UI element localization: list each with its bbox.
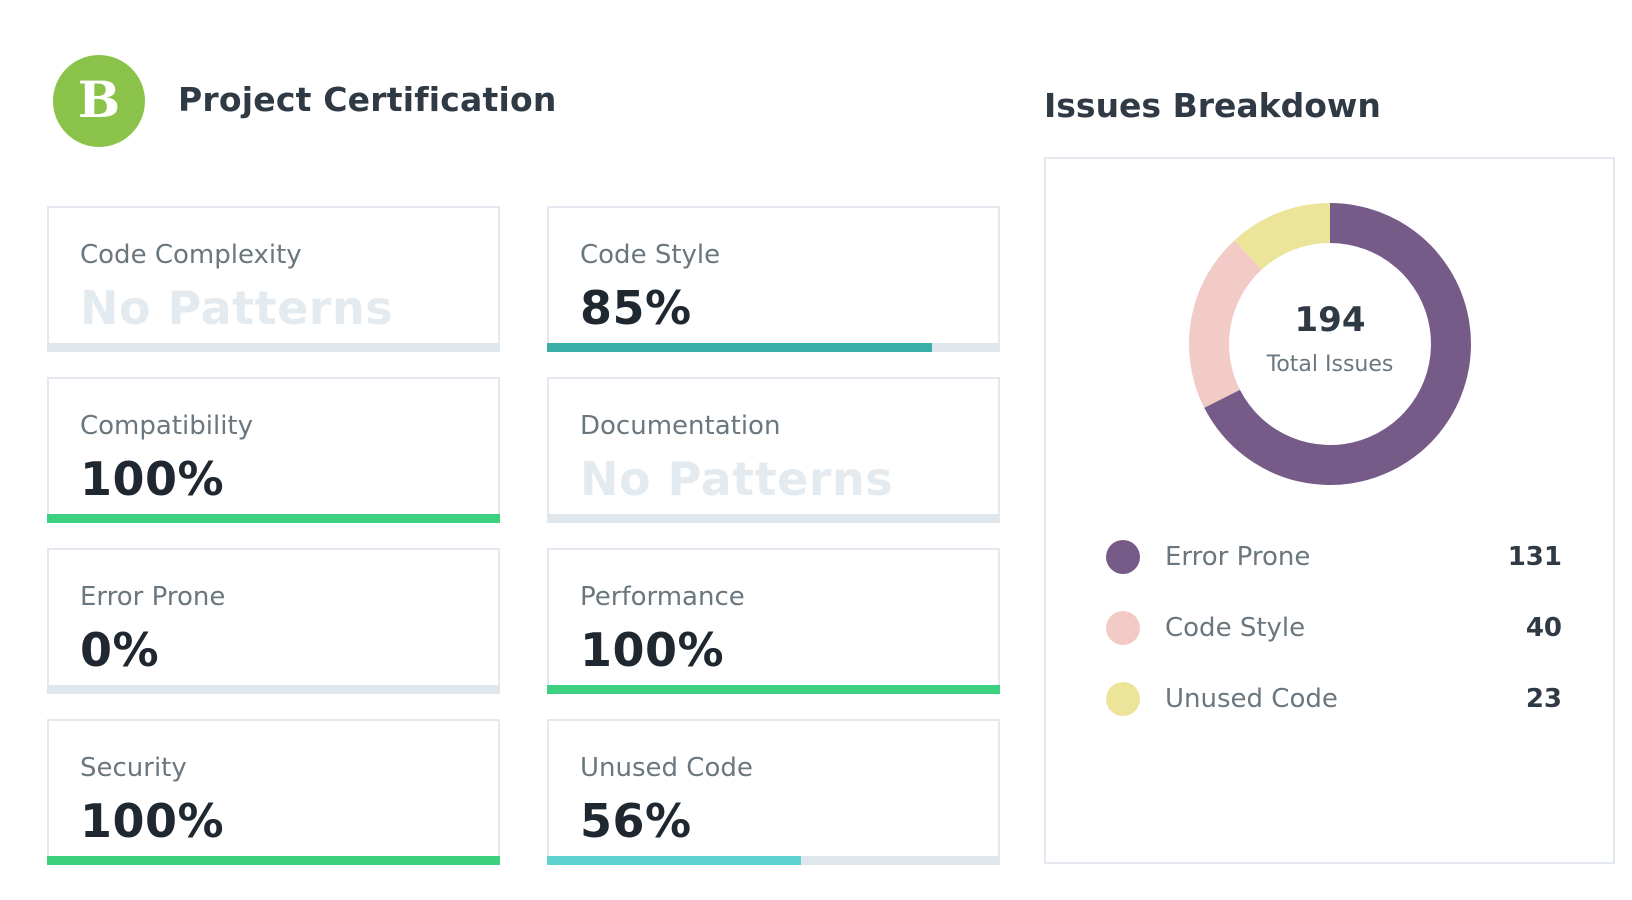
metric-label: Performance xyxy=(580,582,745,612)
metric-value: 85% xyxy=(580,281,692,335)
legend-count: 40 xyxy=(1525,613,1562,643)
progress-fill xyxy=(47,514,500,523)
progress-track xyxy=(547,685,1000,694)
metric-card-unused-code[interactable]: Unused Code 56% xyxy=(547,719,1000,865)
progress-fill xyxy=(547,343,933,352)
metric-value: No Patterns xyxy=(580,452,894,506)
legend-dot xyxy=(1106,611,1140,645)
legend-item-unused-code[interactable]: Unused Code 23 xyxy=(1106,679,1562,719)
metric-label: Unused Code xyxy=(580,753,753,783)
metric-card-performance[interactable]: Performance 100% xyxy=(547,548,1000,694)
donut-slice-code-style[interactable] xyxy=(1189,240,1262,408)
legend-label: Error Prone xyxy=(1165,542,1311,572)
grade-badge: B xyxy=(53,55,145,147)
metric-label: Security xyxy=(80,753,187,783)
grade-letter: B xyxy=(77,70,121,129)
metric-value: 56% xyxy=(580,794,692,848)
issues-donut-chart xyxy=(1189,203,1471,485)
legend-label: Unused Code xyxy=(1165,684,1338,714)
metric-label: Documentation xyxy=(580,411,781,441)
metric-card-error-prone[interactable]: Error Prone 0% xyxy=(47,548,500,694)
progress-track xyxy=(47,856,500,865)
metric-card-compatibility[interactable]: Compatibility 100% xyxy=(47,377,500,523)
legend-count: 131 xyxy=(1507,542,1562,572)
legend-dot xyxy=(1106,540,1140,574)
metric-value: 0% xyxy=(80,623,160,677)
metric-label: Compatibility xyxy=(80,411,253,441)
metric-card-code-style[interactable]: Code Style 85% xyxy=(547,206,1000,352)
metric-label: Code Complexity xyxy=(80,240,302,270)
progress-fill xyxy=(547,685,1000,694)
legend-dot xyxy=(1106,682,1140,716)
metric-value: 100% xyxy=(580,623,725,677)
metric-label: Code Style xyxy=(580,240,721,270)
legend-item-code-style[interactable]: Code Style 40 xyxy=(1106,608,1562,648)
progress-track xyxy=(47,343,500,352)
legend-item-error-prone[interactable]: Error Prone 131 xyxy=(1106,537,1562,577)
metric-card-security[interactable]: Security 100% xyxy=(47,719,500,865)
legend-label: Code Style xyxy=(1165,613,1306,643)
progress-track xyxy=(547,514,1000,523)
progress-track xyxy=(547,343,1000,352)
page-title: Project Certification xyxy=(178,80,557,119)
progress-track xyxy=(47,685,500,694)
legend-count: 23 xyxy=(1525,684,1562,714)
breakdown-title: Issues Breakdown xyxy=(1044,86,1381,125)
metric-value: No Patterns xyxy=(80,281,394,335)
metric-card-code-complexity[interactable]: Code Complexity No Patterns xyxy=(47,206,500,352)
metric-value: 100% xyxy=(80,452,225,506)
metric-card-documentation[interactable]: Documentation No Patterns xyxy=(547,377,1000,523)
progress-track xyxy=(47,514,500,523)
progress-fill xyxy=(547,856,801,865)
metric-label: Error Prone xyxy=(80,582,226,612)
issues-breakdown-panel: 194 Total Issues Error Prone 131 Code St… xyxy=(1044,157,1615,864)
metric-value: 100% xyxy=(80,794,225,848)
progress-track xyxy=(547,856,1000,865)
progress-fill xyxy=(47,856,500,865)
